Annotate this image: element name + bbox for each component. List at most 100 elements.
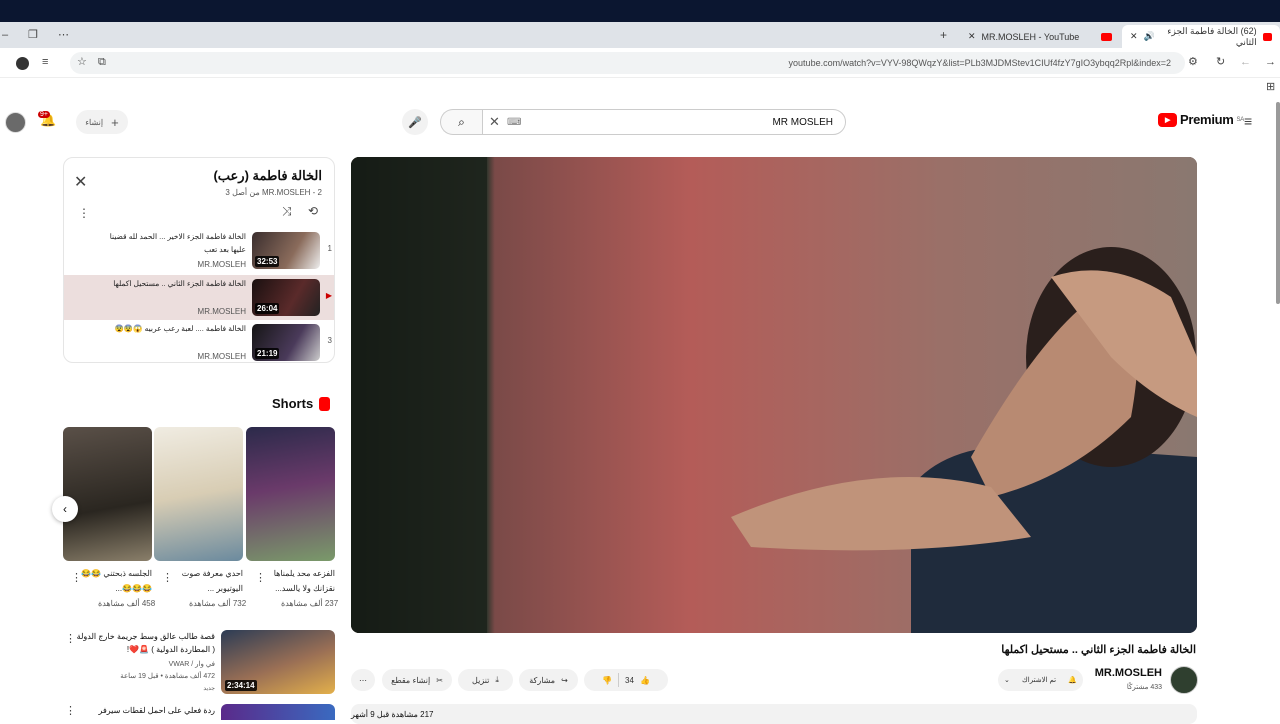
description-meta: 217 مشاهدة قبل 9 أشهر (351, 710, 434, 719)
restore-icon[interactable]: ❐ (28, 30, 38, 41)
channel-name[interactable]: MR.MOSLEH (1095, 667, 1162, 679)
thumbnail: 26:04 (252, 279, 320, 316)
install-app-icon[interactable]: ⧉ (98, 57, 106, 68)
shorts-title: Shorts (272, 396, 314, 411)
youtube-play-icon: ▶ (1158, 112, 1177, 127)
playlist-title[interactable]: الخالة فاطمة (رعب) (213, 168, 322, 184)
divider (618, 673, 620, 687)
desktop-top-strip (0, 0, 1280, 22)
playlist-item-title: الخالة فاطمة .... لعبة رعب عربيه 😱😨😨 (114, 324, 246, 333)
description-box[interactable]: 217 مشاهدة قبل 9 أشهر (351, 704, 1197, 724)
avatar[interactable] (5, 112, 26, 133)
thumbnail: 2:34:14 (221, 630, 335, 694)
tab-title: (62) الخالة فاطمة الجزء الثاني (1167, 25, 1257, 47)
playlist-item-channel: MR.MOSLEH (197, 307, 246, 316)
loop-icon[interactable]: ⟲ (308, 204, 318, 218)
search-value: MR MOSLEH (772, 116, 833, 128)
plus-icon: + (111, 114, 119, 130)
short-views: 237 ألف مشاهدة (281, 599, 339, 608)
page-scrollbar[interactable] (1276, 102, 1280, 304)
share-button[interactable]: مشاركة ↪ (519, 669, 578, 691)
video-frame (351, 157, 1197, 633)
youtube-favicon-icon (1101, 32, 1112, 41)
more-vert-icon[interactable]: ⋮ (78, 206, 90, 220)
close-icon[interactable]: ✕ (1130, 31, 1138, 42)
playlist-item[interactable]: 1 32:53 الخالة فاطمة الجزء الاخير ... ال… (64, 228, 334, 273)
recommended-video[interactable]: ⋮ ردة فعلي على احمل لقطات سيرفر ميستري (63, 704, 335, 720)
address-bar: ≡ youtube.com/watch?v=VYV-98QWqzY&list=P… (0, 48, 1280, 78)
download-button[interactable]: تنزيل ⤓ (458, 669, 513, 691)
clip-label: إنشاء مقطع (391, 675, 431, 685)
short-thumbnail[interactable] (154, 427, 243, 561)
video-title: الخالة فاطمة الجزء الثاني .. مستحيل اكمل… (1001, 644, 1196, 656)
subscriber-count: 433 مشتركًا (1126, 684, 1162, 691)
close-window-icon[interactable]: ⋯ (58, 30, 69, 41)
hamburger-menu-icon[interactable]: ≡ (1244, 114, 1252, 128)
close-icon[interactable]: ✕ (968, 31, 976, 42)
tab-current[interactable]: ✕ 🔊 (62) الخالة فاطمة الجزء الثاني (1122, 25, 1280, 48)
short-title[interactable]: الجلسه ذبحتني 😂😂😂😂😂... (76, 566, 152, 596)
thumbnail (221, 704, 335, 720)
video-meta: 472 ألف مشاهدة • قبل 19 ساعة (120, 673, 215, 680)
search-input[interactable]: ✕ ⌨ MR MOSLEH (482, 109, 846, 135)
tab-title: MR.MOSLEH - YouTube (981, 31, 1080, 42)
playlist-item[interactable]: 3 21:19 الخالة فاطمة .... لعبة رعب عربيه… (64, 320, 334, 362)
clear-search-icon[interactable]: ✕ (489, 114, 500, 130)
short-views: 458 ألف مشاهدة (98, 599, 156, 608)
youtube-premium-logo[interactable]: ▶ Premium SA (1158, 112, 1244, 127)
shorts-prev-button[interactable]: ‹ (52, 496, 78, 522)
minimize-icon[interactable]: – (2, 30, 8, 41)
reload-icon[interactable]: ↻ (1216, 57, 1225, 68)
share-label: مشاركة (529, 675, 556, 685)
short-thumbnail[interactable] (246, 427, 335, 561)
thumbnail: 32:53 (252, 232, 320, 269)
keyboard-icon[interactable]: ⌨ (507, 117, 521, 128)
create-button[interactable]: إنشاء + (76, 110, 128, 134)
like-icon[interactable]: 👍 (640, 676, 650, 685)
notification-badge: 9+ (38, 111, 50, 118)
playlist-item-current[interactable]: ▶ 26:04 الخالة فاطمة الجزء الثاني .. مست… (64, 275, 334, 320)
audio-icon[interactable]: 🔊 (1144, 31, 1155, 42)
subscribed-button[interactable]: ⌄ تم الاشتراك 🔔 (998, 669, 1083, 691)
video-player[interactable] (351, 157, 1197, 633)
bookmark-star-icon[interactable]: ☆ (77, 57, 87, 68)
scissors-icon: ✂ (436, 675, 443, 685)
playlist-item-channel: MR.MOSLEH (197, 260, 246, 269)
reading-list-icon[interactable]: ≡ (42, 57, 48, 68)
shorts-icon (319, 396, 331, 411)
new-tab-icon[interactable]: + (940, 29, 947, 41)
clip-button[interactable]: إنشاء مقطع ✂ (382, 669, 452, 691)
more-actions-button[interactable]: ⋯ (351, 669, 375, 691)
like-count[interactable]: 34 (625, 676, 634, 685)
more-horiz-icon: ⋯ (359, 675, 367, 685)
channel-name[interactable]: في وار / VWAR (75, 659, 215, 670)
tab-channel[interactable]: ✕ MR.MOSLEH - YouTube (960, 25, 1120, 48)
youtube-header: 🔔 9+ إنشاء + 🎤 ⌕ ✕ ⌨ MR MOSLEH ▶ Premium … (0, 100, 1280, 144)
search-icon: ⌕ (458, 114, 465, 129)
notifications-bell-icon[interactable]: 🔔 9+ (38, 111, 56, 128)
close-icon[interactable]: ✕ (74, 172, 87, 192)
now-playing-icon: ▶ (325, 291, 332, 300)
site-settings-icon[interactable]: ⚙ (1188, 57, 1198, 68)
short-title[interactable]: احدي معرفة صوت اليوتيوبر ... (167, 566, 243, 596)
logo-text: Premium (1180, 112, 1234, 127)
like-dislike-group: 👎 34 👍 (584, 669, 668, 691)
short-thumbnail[interactable] (63, 427, 152, 561)
playlist-subtitle: MR.MOSLEH - 2 من أصل 3 (225, 188, 322, 197)
url-field[interactable]: youtube.com/watch?v=VYV-98QWqzY&list=PLb… (70, 52, 1185, 74)
forward-icon[interactable]: ← (1240, 57, 1251, 68)
apps-grid-icon[interactable]: ⊞ (1266, 82, 1275, 93)
playlist-item-number: 3 (327, 336, 332, 345)
channel-avatar[interactable] (1170, 666, 1198, 694)
recommended-video[interactable]: ⋮ 2:34:14 قصة طالب عالق وسط جريمة خارج ا… (63, 630, 335, 696)
playlist-item-title: الخالة فاطمة الجزء الاخير ... الحمد لله … (109, 232, 246, 254)
voice-search-icon[interactable]: 🎤 (402, 109, 428, 135)
short-title[interactable]: الفزعه محد يلمناها نقزانك ولا يالسد... (259, 566, 335, 596)
back-icon[interactable]: → (1265, 57, 1276, 68)
duration: 32:53 (255, 256, 280, 267)
playlist-panel: ✕ الخالة فاطمة (رعب) MR.MOSLEH - 2 من أص… (63, 157, 335, 363)
shuffle-icon[interactable]: ⤨ (282, 204, 292, 219)
search-button[interactable]: ⌕ (440, 109, 482, 135)
profile-icon[interactable] (16, 57, 29, 70)
dislike-icon[interactable]: 👎 (602, 676, 612, 685)
